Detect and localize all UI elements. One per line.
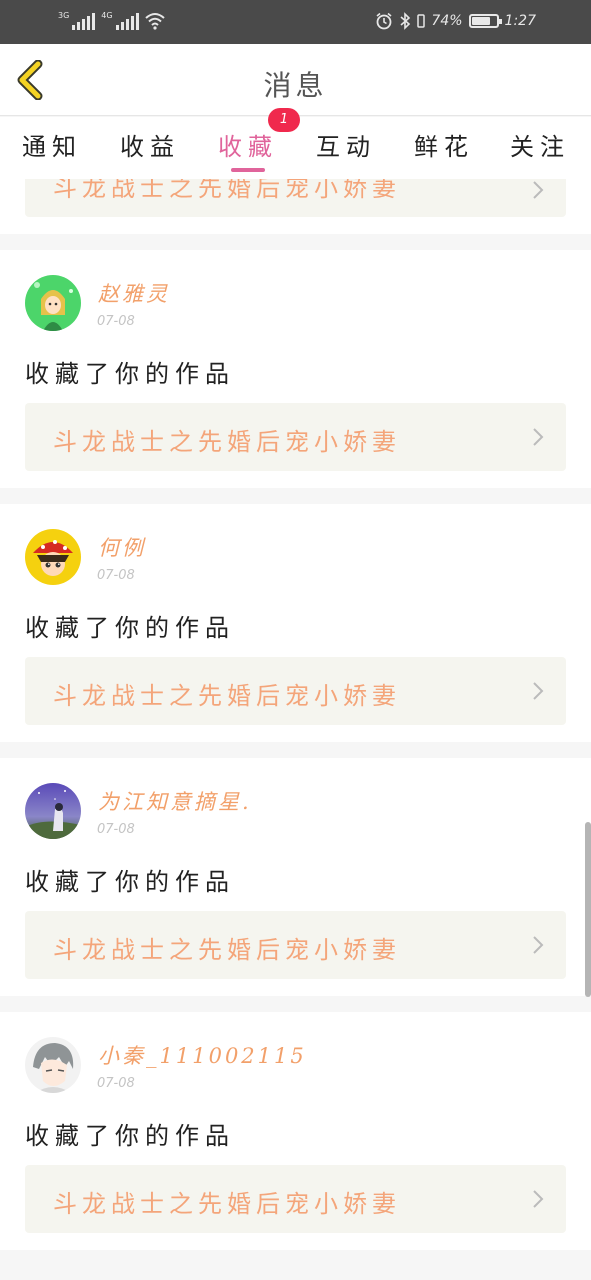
user-name[interactable]: 为江知意摘星. — [98, 786, 252, 816]
action-text: 收藏了你的作品 — [25, 614, 235, 642]
list-item: 斗龙战士之先婚后宠小娇妻 — [0, 179, 591, 234]
alarm-icon — [376, 12, 392, 30]
work-link[interactable]: 斗龙战士之先婚后宠小娇妻 — [25, 403, 566, 471]
user-name[interactable]: 小秦_111002115 — [98, 1040, 307, 1070]
avatar[interactable] — [25, 783, 81, 839]
action-text: 收藏了你的作品 — [25, 1122, 235, 1150]
work-link[interactable]: 斗龙战士之先婚后宠小娇妻 — [25, 911, 566, 979]
timestamp: 07-08 — [97, 568, 135, 583]
status-bar: 3G 4G 74% 1:27 — [0, 0, 591, 44]
timestamp: 07-08 — [97, 1076, 135, 1091]
list-item: 何例 07-08 收藏了你的作品 斗龙战士之先婚后宠小娇妻 — [0, 504, 591, 742]
network-type-3g: 3G — [58, 11, 70, 20]
list-item: 小秦_111002115 07-08 收藏了你的作品 斗龙战士之先婚后宠小娇妻 — [0, 1012, 591, 1250]
battery-percent: 74% — [431, 13, 463, 29]
tab-favorites[interactable]: 收藏 — [208, 127, 288, 162]
vibrate-icon — [417, 14, 426, 28]
tab-interactions[interactable]: 互动 — [306, 127, 386, 162]
work-title: 斗龙战士之先婚后宠小娇妻 — [53, 1190, 401, 1218]
work-title: 斗龙战士之先婚后宠小娇妻 — [53, 179, 401, 202]
signal-3g-icon: 3G — [58, 11, 96, 30]
chevron-right-icon — [533, 428, 544, 446]
work-link[interactable]: 斗龙战士之先婚后宠小娇妻 — [25, 657, 566, 725]
avatar[interactable] — [25, 529, 81, 585]
bluetooth-icon — [400, 12, 411, 30]
work-title: 斗龙战士之先婚后宠小娇妻 — [53, 682, 401, 710]
tab-notifications[interactable]: 通知 — [12, 127, 92, 162]
tab-earnings[interactable]: 收益 — [110, 127, 190, 162]
scrollbar[interactable] — [585, 822, 591, 997]
tab-follows[interactable]: 关注 — [500, 127, 580, 162]
chevron-right-icon — [533, 181, 544, 199]
chevron-right-icon — [533, 682, 544, 700]
avatar[interactable] — [25, 1037, 81, 1093]
work-link[interactable]: 斗龙战士之先婚后宠小娇妻 — [25, 179, 566, 217]
action-text: 收藏了你的作品 — [25, 868, 235, 896]
clock: 1:27 — [504, 13, 536, 29]
chevron-right-icon — [533, 936, 544, 954]
avatar[interactable] — [25, 275, 81, 331]
list-item: 为江知意摘星. 07-08 收藏了你的作品 斗龙战士之先婚后宠小娇妻 — [0, 758, 591, 996]
signal-4g-icon: 4G — [101, 11, 139, 30]
chevron-right-icon — [533, 1190, 544, 1208]
action-text: 收藏了你的作品 — [25, 360, 235, 388]
header: 消息 — [0, 44, 591, 116]
page-title: 消息 — [263, 69, 328, 102]
battery-icon — [468, 14, 502, 28]
tab-bar: 通知 收益 收藏 互动 鲜花 关注 1 — [0, 108, 591, 179]
work-title: 斗龙战士之先婚后宠小娇妻 — [53, 428, 401, 456]
work-link[interactable]: 斗龙战士之先婚后宠小娇妻 — [25, 1165, 566, 1233]
work-title: 斗龙战士之先婚后宠小娇妻 — [53, 936, 401, 964]
user-name[interactable]: 何例 — [98, 532, 146, 562]
wifi-icon — [144, 13, 165, 30]
network-type-4g: 4G — [101, 11, 113, 20]
timestamp: 07-08 — [97, 314, 135, 329]
tab-flowers[interactable]: 鲜花 — [404, 127, 484, 162]
user-name[interactable]: 赵雅灵 — [98, 278, 170, 308]
active-tab-indicator — [231, 168, 265, 172]
list-item: 赵雅灵 07-08 收藏了你的作品 斗龙战士之先婚后宠小娇妻 — [0, 250, 591, 488]
timestamp: 07-08 — [97, 822, 135, 837]
message-list[interactable]: 斗龙战士之先婚后宠小娇妻 赵雅灵 07-08 收藏了你的作品 斗龙战士之先婚后宠… — [0, 179, 591, 1280]
battery-fill — [471, 17, 490, 25]
unread-badge: 1 — [268, 108, 300, 132]
